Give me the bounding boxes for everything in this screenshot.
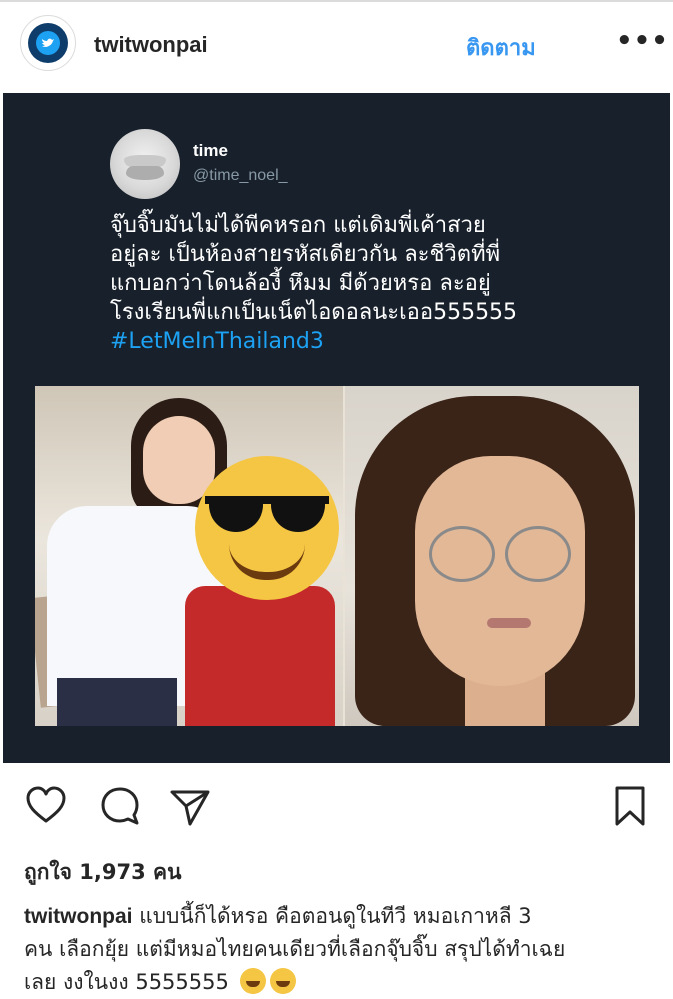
likes-count[interactable]: ถูกใจ 1,973 คน	[24, 856, 181, 889]
caption-text: เลย งงในงง 5555555	[24, 970, 229, 994]
tweet-line: จุ๊บจิ๊บมันไม่ได้พีคหรอก แต่เดิมพี่เค้าส…	[110, 213, 486, 238]
bird-icon	[36, 31, 60, 55]
post-header: twitwonpai ติดตาม •••	[0, 14, 673, 78]
photo-left-panel	[35, 386, 343, 726]
photo-right-panel	[345, 386, 639, 726]
caption-line: คน เลือกยุ้ย แต่มีหมอไทยคนเดียวที่เลือกจ…	[24, 937, 566, 961]
post-caption: twitwonpai แบบนี้ก็ได้หรอ คือตอนดูในทีวี…	[24, 900, 654, 999]
comment-icon[interactable]	[98, 784, 142, 828]
follow-button[interactable]: ติดตาม	[466, 30, 536, 65]
tweet-text: จุ๊บจิ๊บมันไม่ได้พีคหรอก แต่เดิมพี่เค้าส…	[110, 211, 590, 356]
post-username[interactable]: twitwonpai	[94, 32, 208, 58]
laughing-emoji-icon	[239, 968, 266, 994]
more-options-icon[interactable]: •••	[616, 26, 669, 56]
tweet-line: แกบอกว่าโดนล้องี้ หึมม มีด้วยหรอ ละอยู่	[110, 271, 491, 296]
top-divider	[0, 0, 673, 2]
sunglasses-emoji-icon	[195, 456, 339, 600]
smirk-emoji-icon	[269, 968, 296, 994]
emoji-smile	[229, 544, 305, 580]
sunglasses-left	[209, 496, 263, 532]
tweet-line: อยู่ละ เป็นห้องสายรหัสเดียวกัน ละชีวิตที…	[110, 242, 501, 267]
tweet-hashtag: #LetMeInThailand3	[110, 329, 324, 354]
glasses-right-lens	[505, 526, 571, 582]
glasses-left-lens	[429, 526, 495, 582]
post-image[interactable]: time @time_noel_ จุ๊บจิ๊บมันไม่ได้พีคหรอ…	[3, 93, 670, 763]
tweet-avatar	[110, 129, 180, 199]
caption-username[interactable]: twitwonpai	[24, 905, 133, 928]
red-outfit	[185, 586, 335, 726]
tweet-line: โรงเรียนพี่แกเป็นเน็ตไอดอลนะเออ555555	[110, 300, 518, 325]
sunglasses-right	[271, 496, 325, 532]
woman-mouth	[487, 618, 531, 628]
tweet-handle: @time_noel_	[193, 167, 288, 184]
profile-avatar[interactable]	[20, 15, 76, 71]
girl-skirt	[57, 678, 177, 726]
action-bar	[0, 784, 673, 834]
caption-line: เลย งงในงง 5555555	[24, 966, 654, 999]
avatar-logo	[28, 23, 68, 63]
send-icon[interactable]	[168, 784, 212, 828]
caption-line: twitwonpai แบบนี้ก็ได้หรอ คือตอนดูในทีวี…	[24, 900, 654, 933]
heart-icon[interactable]	[24, 784, 68, 828]
tweet-photo	[35, 386, 639, 726]
tweet-display-name: time	[193, 141, 228, 160]
avatar-lips-bottom	[126, 166, 164, 180]
bookmark-icon[interactable]	[608, 784, 652, 828]
caption-text: แบบนี้ก็ได้หรอ คือตอนดูในทีวี หมอเกาหลี …	[139, 904, 532, 928]
